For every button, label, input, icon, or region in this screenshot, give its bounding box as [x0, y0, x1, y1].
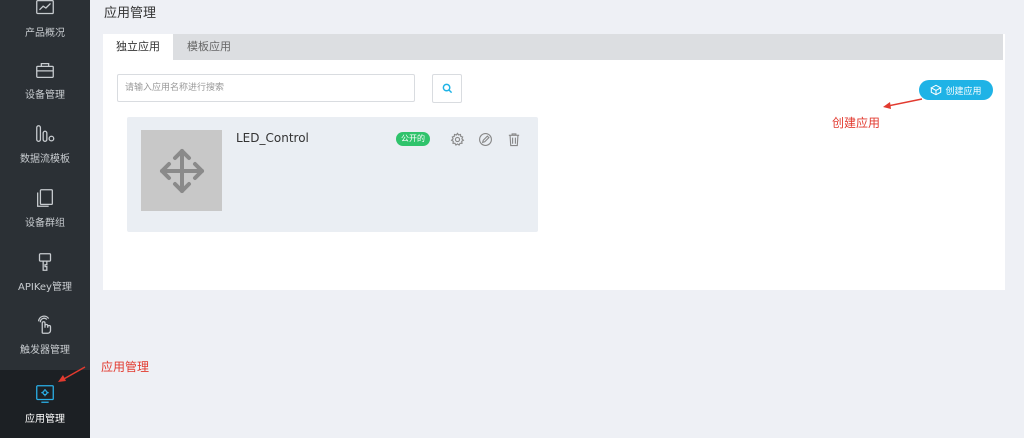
sidebar-item-label: APIKey管理: [18, 281, 72, 293]
sidebar-item-device-group[interactable]: 设备群组: [0, 176, 90, 239]
annotation-arrow-app-management: [58, 366, 86, 382]
device-icon: [36, 62, 54, 78]
annotation-app-management: 应用管理: [101, 360, 150, 374]
trash-icon: [508, 132, 520, 146]
search-input[interactable]: [117, 74, 415, 102]
annotation-create-app: 创建应用: [832, 116, 881, 130]
sidebar-item-label: 数据流模板: [20, 153, 70, 165]
delete-button[interactable]: [505, 130, 523, 148]
sidebar-item-product-overview[interactable]: 产品概况: [0, 0, 90, 49]
tab-bar: 独立应用 模板应用: [103, 34, 1003, 60]
edit-icon: [478, 132, 492, 146]
tab-standalone-apps[interactable]: 独立应用: [103, 34, 173, 60]
annotation-arrow-create: [883, 98, 923, 109]
sidebar-item-label: 设备管理: [25, 89, 65, 101]
status-badge: 公开的: [396, 132, 430, 146]
create-app-button[interactable]: 创建应用: [919, 80, 993, 100]
content-card: 独立应用 模板应用 创建应用 LED_Control 公开的: [103, 34, 1005, 290]
chart-icon: [36, 0, 54, 14]
create-app-label: 创建应用: [945, 86, 982, 97]
sidebar-item-label: 产品概况: [25, 27, 65, 39]
group-icon: [37, 188, 53, 207]
sidebar-item-trigger-management[interactable]: 触发器管理: [0, 303, 90, 366]
search-icon: [442, 83, 452, 94]
sidebar-item-datastream-template[interactable]: 数据流模板: [0, 112, 90, 175]
app-gear-icon: [36, 385, 54, 403]
app-card[interactable]: LED_Control 公开的: [127, 117, 538, 232]
move-arrows-icon: [159, 148, 204, 193]
sidebar-item-label: 设备群组: [25, 217, 65, 229]
search-button[interactable]: [432, 74, 462, 103]
sidebar-item-apikey-management[interactable]: APIKey管理: [0, 240, 90, 303]
gear-icon: [450, 131, 464, 146]
sidebar-item-device-management[interactable]: 设备管理: [0, 48, 90, 111]
trigger-icon: [37, 314, 52, 334]
edit-button[interactable]: [476, 130, 494, 148]
sidebar-item-label: 触发器管理: [20, 344, 70, 356]
tab-template-apps[interactable]: 模板应用: [173, 34, 245, 60]
sidebar-item-label: 应用管理: [25, 414, 65, 425]
app-name[interactable]: LED_Control: [236, 131, 309, 145]
cube-plus-icon: [930, 84, 943, 96]
page-title: 应用管理: [104, 6, 157, 21]
key-icon: [38, 252, 52, 271]
app-thumbnail: [141, 130, 222, 211]
settings-button[interactable]: [448, 130, 466, 148]
datastream-icon: [36, 124, 55, 142]
